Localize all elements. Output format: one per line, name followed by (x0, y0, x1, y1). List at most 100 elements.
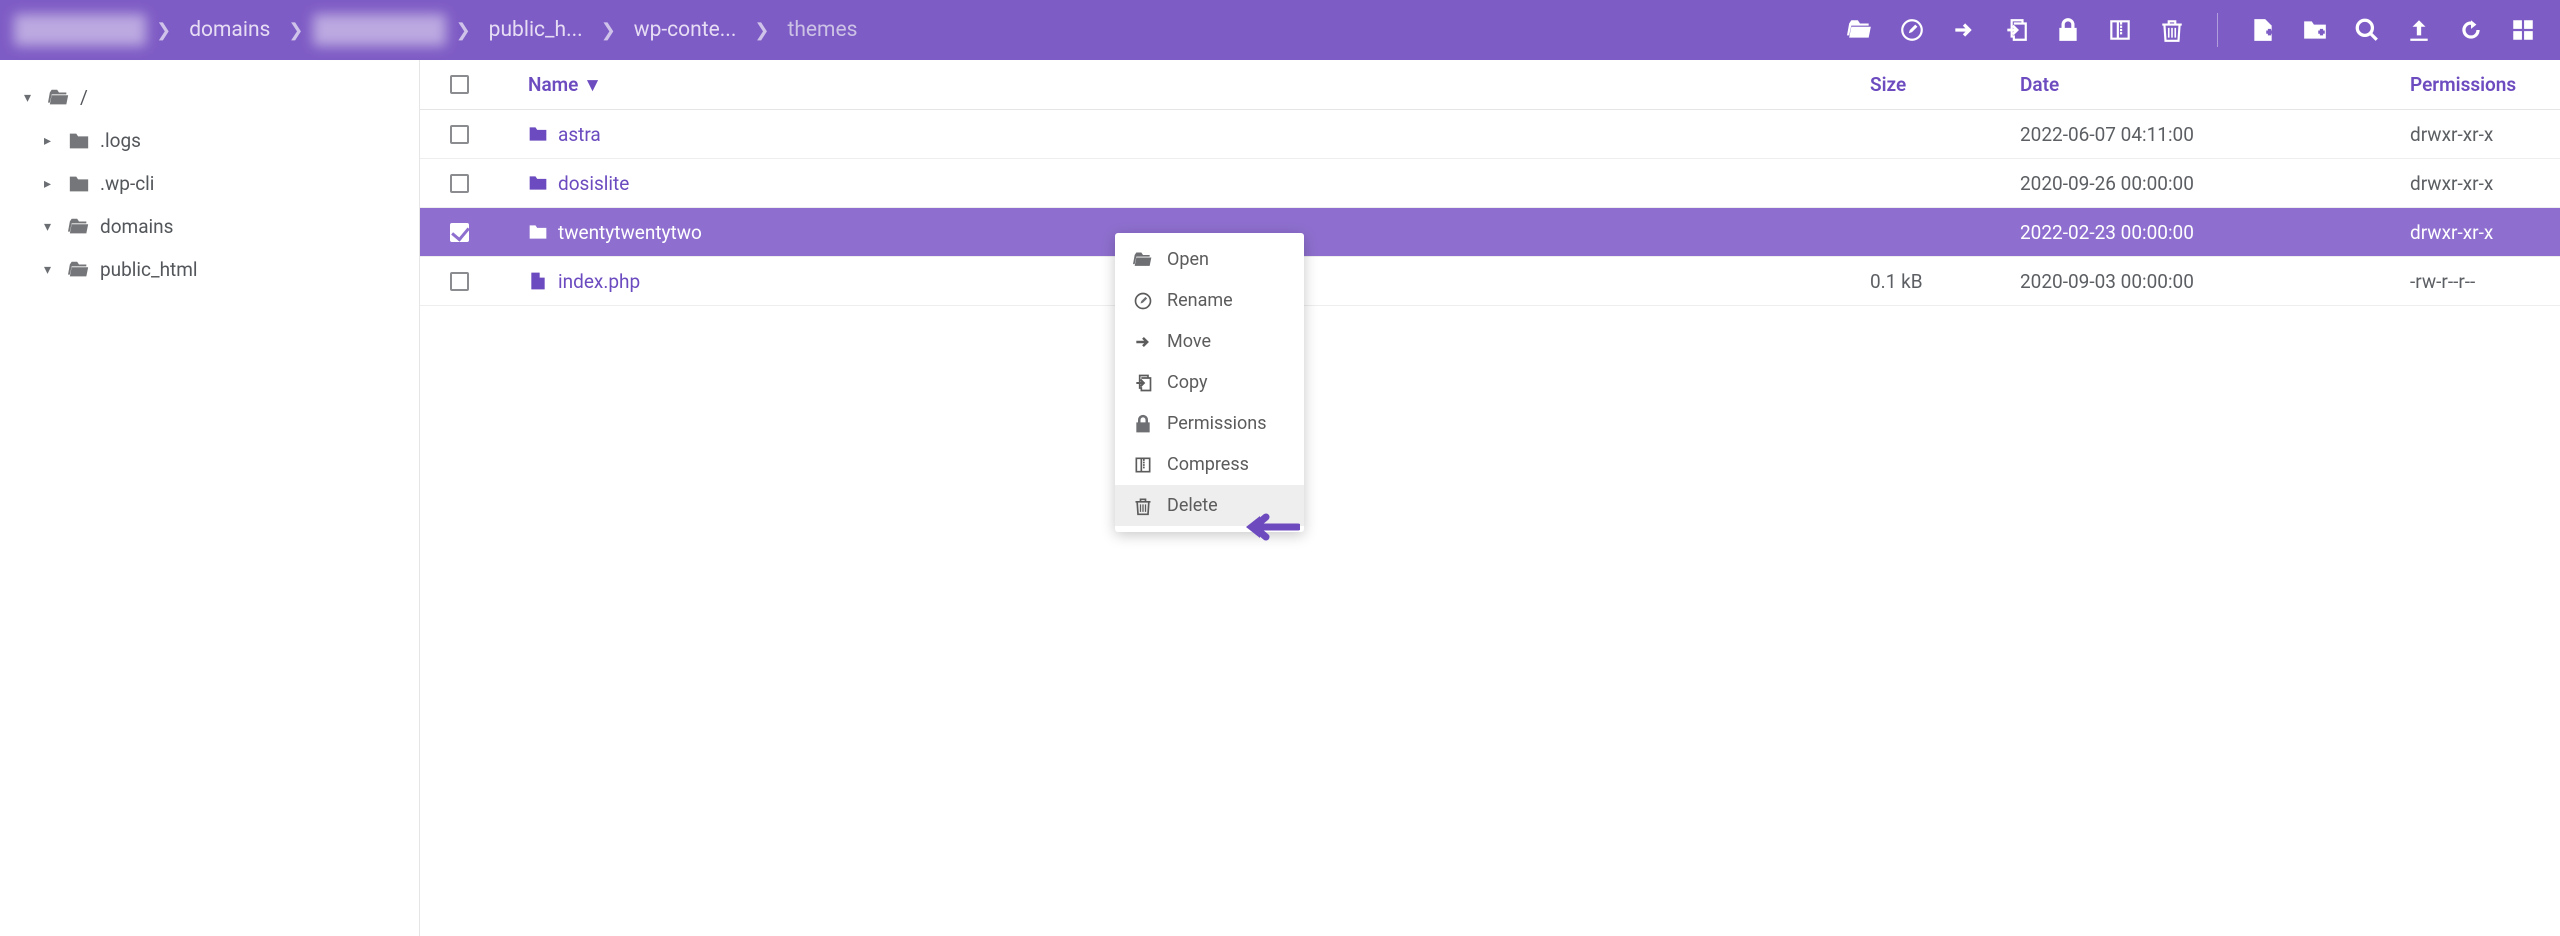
tree-label: public_html (100, 258, 198, 281)
refresh-icon[interactable] (2458, 17, 2484, 43)
col-date[interactable]: Date (2020, 73, 2410, 96)
chevron-right-icon: ❯ (601, 20, 616, 41)
table-row[interactable]: dosislite 2020-09-26 00:00:00drwxr-xr-x (420, 159, 2560, 208)
breadcrumb-item[interactable]: themes (779, 14, 865, 46)
tree-label: domains (100, 215, 173, 238)
col-permissions[interactable]: Permissions (2410, 73, 2540, 96)
caret-icon: ▾ (44, 262, 58, 278)
file-name: dosislite (558, 172, 629, 195)
tree-label: .logs (100, 129, 141, 152)
chevron-right-icon: ❯ (288, 20, 303, 41)
chevron-down-icon: ▾ (24, 90, 38, 106)
file-name: astra (558, 123, 601, 146)
ctx-perm[interactable]: Permissions (1115, 403, 1304, 444)
tree-label: .wp-cli (100, 172, 154, 195)
chevron-right-icon: ❯ (156, 20, 171, 41)
file-name: index.php (558, 270, 640, 293)
tree-root-label: / (80, 86, 88, 109)
topbar: xxxxx ❯ domains ❯ xxxxx ❯ public_h... ❯ wp-conte… (0, 0, 2560, 60)
breadcrumb: xxxxx ❯ domains ❯ xxxxx ❯ public_h... ❯ wp-conte… (14, 14, 1847, 46)
grid-icon[interactable] (2510, 17, 2536, 43)
tree-item[interactable]: ▾ public_html (10, 248, 409, 291)
tree-item[interactable]: ▸ .wp-cli (10, 162, 409, 205)
tree-item[interactable]: ▾ domains (10, 205, 409, 248)
perm-icon[interactable] (2055, 17, 2081, 43)
ctx-move[interactable]: Move (1115, 321, 1304, 362)
ctx-open[interactable]: Open (1115, 239, 1304, 280)
caret-icon: ▾ (44, 219, 58, 235)
ctx-label: Move (1167, 331, 1211, 352)
tree-item[interactable]: ▸ .logs (10, 119, 409, 162)
search-icon[interactable] (2354, 17, 2380, 43)
edit-icon[interactable] (1899, 17, 1925, 43)
file-permissions: drwxr-xr-x (2410, 123, 2540, 146)
ctx-label: Open (1167, 249, 1209, 270)
file-date: 2020-09-03 00:00:00 (2020, 270, 2410, 293)
folder-icon (528, 173, 548, 193)
open-icon (1133, 250, 1153, 270)
ctx-rename[interactable]: Rename (1115, 280, 1304, 321)
file-permissions: -rw-r--r-- (2410, 270, 2540, 293)
caret-icon: ▸ (44, 133, 58, 149)
file-name: twentytwentytwo (558, 221, 702, 244)
table-row[interactable]: astra 2022-06-07 04:11:00drwxr-xr-x (420, 110, 2560, 159)
row-checkbox[interactable] (450, 125, 469, 144)
context-menu: Open Rename Move Copy Permissions Compress Del… (1115, 233, 1304, 532)
breadcrumb-item[interactable]: wp-conte... (626, 14, 745, 46)
folder-open-icon (48, 87, 70, 109)
file-permissions: drwxr-xr-x (2410, 172, 2540, 195)
delete-icon[interactable] (2159, 17, 2185, 43)
row-checkbox[interactable] (450, 223, 469, 242)
folder-icon (528, 124, 548, 144)
ctx-compress[interactable]: Compress (1115, 444, 1304, 485)
sidebar: ▾ / ▸ .logs ▸ .wp-cli ▾ domains ▾ public_html (0, 60, 420, 936)
separator (2217, 13, 2218, 47)
row-checkbox[interactable] (450, 272, 469, 291)
table-row[interactable]: twentytwentytwo 2022-02-23 00:00:00drwxr-… (420, 208, 2560, 257)
row-checkbox[interactable] (450, 174, 469, 193)
ctx-label: Permissions (1167, 413, 1267, 434)
folder-icon (68, 130, 90, 152)
breadcrumb-item[interactable]: public_h... (481, 14, 591, 46)
tree-root[interactable]: ▾ / (10, 76, 409, 119)
ctx-label: Rename (1167, 290, 1233, 311)
main: Name ▼ Size Date Permissions astra 2022-0… (420, 60, 2560, 936)
folder-icon (528, 222, 548, 242)
folder-icon (68, 173, 90, 195)
copy-icon (1133, 373, 1153, 393)
file-date: 2022-06-07 04:11:00 (2020, 123, 2410, 146)
upload-icon[interactable] (2406, 17, 2432, 43)
breadcrumb-item[interactable]: domains (181, 14, 278, 46)
annotation-arrow (1240, 510, 1300, 549)
breadcrumb-item[interactable]: xxxxx (313, 14, 445, 46)
table-row[interactable]: index.php 0.1 kB2020-09-03 00:00:00-rw-r-… (420, 257, 2560, 306)
table-header: Name ▼ Size Date Permissions (420, 60, 2560, 110)
delete-icon (1133, 496, 1153, 516)
ctx-label: Copy (1167, 372, 1208, 393)
ctx-copy[interactable]: Copy (1115, 362, 1304, 403)
copy-icon[interactable] (2003, 17, 2029, 43)
folder-icon (68, 216, 90, 238)
ctx-label: Compress (1167, 454, 1249, 475)
caret-icon: ▸ (44, 176, 58, 192)
move-icon (1133, 332, 1153, 352)
file-permissions: drwxr-xr-x (2410, 221, 2540, 244)
move-icon[interactable] (1951, 17, 1977, 43)
file-date: 2020-09-26 00:00:00 (2020, 172, 2410, 195)
compress-icon[interactable] (2107, 17, 2133, 43)
compress-icon (1133, 455, 1153, 475)
select-all-checkbox[interactable] (450, 75, 469, 94)
breadcrumb-item[interactable]: xxxxx (14, 14, 146, 46)
newfolder-icon[interactable] (2302, 17, 2328, 43)
col-size[interactable]: Size (1870, 73, 2020, 96)
perm-icon (1133, 414, 1153, 434)
file-size: 0.1 kB (1870, 270, 2020, 293)
chevron-right-icon: ❯ (754, 20, 769, 41)
newfile-icon[interactable] (2250, 17, 2276, 43)
file-date: 2022-02-23 00:00:00 (2020, 221, 2410, 244)
open-icon[interactable] (1847, 17, 1873, 43)
ctx-label: Delete (1167, 495, 1218, 516)
col-name[interactable]: Name ▼ (520, 73, 1870, 97)
file-icon (528, 271, 548, 291)
folder-icon (68, 259, 90, 281)
